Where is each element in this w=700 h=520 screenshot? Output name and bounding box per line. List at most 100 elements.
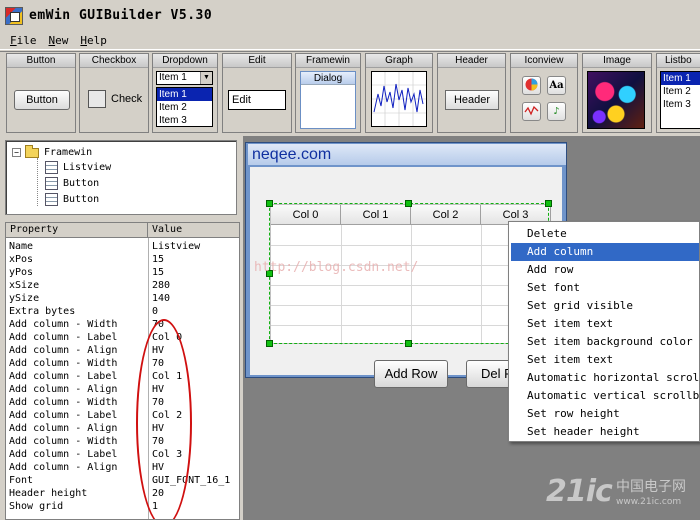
property-row[interactable]: Show grid 1 — [6, 500, 239, 513]
property-row[interactable]: Add column - Align HV — [6, 461, 239, 474]
tree-node-framewin[interactable]: − Framewin — [12, 144, 92, 160]
property-name: Add column - Align — [9, 345, 118, 356]
property-name: Add column - Width — [9, 358, 118, 369]
context-menu-item[interactable]: Set item text — [511, 315, 699, 333]
property-row[interactable]: ySize 140 — [6, 292, 239, 305]
tree-node-listview[interactable]: Listview — [45, 160, 111, 175]
resize-handle[interactable] — [405, 340, 412, 347]
add-row-button[interactable]: Add Row — [374, 360, 448, 388]
context-menu-item[interactable]: Set header height — [511, 423, 699, 441]
listbox-option: Item 2 — [663, 86, 691, 97]
collapse-icon[interactable]: − — [12, 148, 21, 157]
tree-node-label: Button — [63, 178, 100, 189]
context-menu-item[interactable]: Set item text — [511, 351, 699, 369]
music-note-icon: ♪ — [547, 102, 566, 121]
menu-file[interactable]: File — [4, 34, 43, 47]
palette-button[interactable]: Button Button — [6, 53, 76, 133]
palette-iconview[interactable]: Iconview Aa ♪ — [510, 53, 578, 133]
menu-new[interactable]: New — [43, 34, 75, 47]
palette-listbox[interactable]: Listbo Item 1 Item 2 Item 3 — [656, 53, 700, 133]
brand-logo-url: www.21ic.com — [616, 497, 682, 507]
tree-node-label: Button — [63, 194, 100, 205]
palette-graph[interactable]: Graph — [365, 53, 433, 133]
property-name: Add column - Width — [9, 436, 118, 447]
property-name: Header height — [9, 488, 88, 499]
context-menu-item[interactable]: Set grid visible — [511, 297, 699, 315]
context-menu-item[interactable]: Set font — [511, 279, 699, 297]
palette-edit-header: Edit — [223, 54, 291, 68]
property-row[interactable]: Add column - Label Col 0 — [6, 331, 239, 344]
property-name: Add column - Label — [9, 371, 118, 382]
graph-icon — [371, 71, 427, 127]
context-menu-item[interactable]: Automatic vertical scrollbar — [511, 387, 699, 405]
property-row[interactable]: Add column - Align HV — [6, 422, 239, 435]
property-row[interactable]: xPos 15 — [6, 253, 239, 266]
property-name: Add column - Label — [9, 449, 118, 460]
property-row[interactable]: Font GUI_FONT_16_1 — [6, 474, 239, 487]
widget-tree: − Framewin Listview Button Button — [5, 140, 237, 215]
property-row[interactable]: xSize 280 — [6, 279, 239, 292]
property-value[interactable]: 140 — [152, 292, 170, 305]
property-row[interactable]: Add column - Align HV — [6, 383, 239, 396]
property-row[interactable]: Header height 20 — [6, 487, 239, 500]
property-row[interactable]: Add column - Label Col 1 — [6, 370, 239, 383]
property-value[interactable]: Listview — [152, 240, 200, 253]
palette-dropdown-header: Dropdown — [153, 54, 217, 68]
resize-handle[interactable] — [545, 200, 552, 207]
context-menu-item[interactable]: Automatic horizontal scrollbar — [511, 369, 699, 387]
property-row[interactable]: Extra bytes 0 — [6, 305, 239, 318]
property-name: Show grid — [9, 501, 64, 512]
brand-logo-cn: 中国电子网 — [616, 479, 686, 495]
menu-help[interactable]: Help — [74, 34, 113, 47]
palette-edit[interactable]: Edit Edit — [222, 53, 292, 133]
palette-dropdown[interactable]: Dropdown Item 1 ▼ Item 1 Item 2 Item 3 — [152, 53, 218, 133]
context-menu-item[interactable]: Add column — [511, 243, 699, 261]
property-name: Add column - Align — [9, 384, 118, 395]
resize-handle[interactable] — [266, 200, 273, 207]
button-widget-icon — [45, 177, 58, 190]
tree-node-button[interactable]: Button — [45, 192, 99, 207]
property-value[interactable]: 280 — [152, 279, 170, 292]
framewin-sample-title: Dialog — [301, 72, 355, 85]
property-row[interactable]: Add column - Align HV — [6, 344, 239, 357]
property-name: ySize — [9, 293, 40, 304]
button-widget-icon — [45, 193, 58, 206]
framewin-title[interactable]: neqee.com — [248, 144, 566, 165]
property-row[interactable]: Add column - Width 70 — [6, 435, 239, 448]
framewin-sample: Dialog — [300, 71, 356, 129]
palette-framewin[interactable]: Framewin Dialog — [295, 53, 361, 133]
property-name: Add column - Align — [9, 423, 118, 434]
widget-palette: Button Button Checkbox Check Dropdown It… — [0, 51, 700, 133]
palette-image[interactable]: Image — [582, 53, 652, 133]
listbox-sample: Item 1 Item 2 Item 3 — [660, 71, 700, 129]
value-column-header[interactable]: Value — [148, 223, 239, 238]
palette-framewin-header: Framewin — [296, 54, 360, 68]
palette-header[interactable]: Header Header — [437, 53, 506, 133]
tree-node-button[interactable]: Button — [45, 176, 99, 191]
resize-handle[interactable] — [405, 200, 412, 207]
property-value[interactable]: 15 — [152, 266, 164, 279]
context-menu-item[interactable]: Set row height — [511, 405, 699, 423]
palette-checkbox-header: Checkbox — [80, 54, 148, 68]
property-row[interactable]: Add column - Width 70 — [6, 396, 239, 409]
resize-handle[interactable] — [266, 340, 273, 347]
palette-checkbox[interactable]: Checkbox Check — [79, 53, 149, 133]
property-row[interactable]: Add column - Width 70 — [6, 318, 239, 331]
brand-logo: 21ic 中国电子网 www.21ic.com — [546, 472, 700, 516]
property-value[interactable]: 15 — [152, 253, 164, 266]
property-row[interactable]: Name Listview — [6, 240, 239, 253]
context-menu-item[interactable]: Set item background color — [511, 333, 699, 351]
dropdown-option: Item 2 — [159, 102, 187, 113]
property-name: Font — [9, 475, 34, 486]
property-value[interactable]: 0 — [152, 305, 158, 318]
property-row[interactable]: Add column - Width 70 — [6, 357, 239, 370]
property-row[interactable]: Add column - Label Col 2 — [6, 409, 239, 422]
context-menu-item[interactable]: Add row — [511, 261, 699, 279]
property-column-header[interactable]: Property — [6, 223, 148, 238]
property-row[interactable]: Add column - Label Col 3 — [6, 448, 239, 461]
app-icon[interactable] — [5, 6, 23, 25]
property-name: xSize — [9, 280, 40, 291]
property-row[interactable]: yPos 15 — [6, 266, 239, 279]
context-menu-item[interactable]: Delete — [511, 225, 699, 243]
folder-icon — [25, 144, 39, 158]
